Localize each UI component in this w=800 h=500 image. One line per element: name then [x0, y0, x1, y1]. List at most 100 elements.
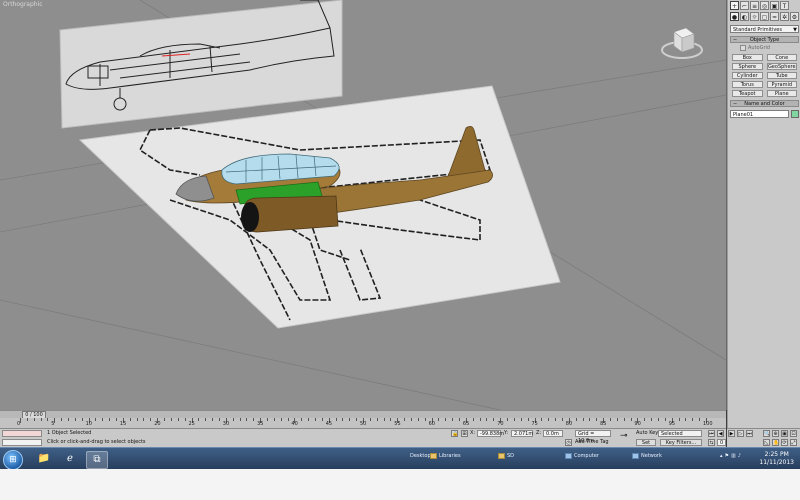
- plane-button[interactable]: Plane: [766, 90, 797, 97]
- modify-tab[interactable]: ⌐: [740, 1, 749, 10]
- key-mode-toggle-icon[interactable]: ⇆: [708, 439, 715, 446]
- maxscript-input-mini[interactable]: [2, 439, 42, 446]
- geometry-subtab[interactable]: ●: [730, 12, 739, 21]
- explorer-icon[interactable]: 📁: [34, 451, 54, 467]
- taskbar-network-link[interactable]: Network: [632, 452, 662, 460]
- previous-frame-icon[interactable]: ◀: [717, 430, 724, 437]
- zoom-icon[interactable]: 🔍: [763, 430, 770, 437]
- timeline-tick: [232, 418, 234, 421]
- timeline-tick-label: 40: [291, 421, 298, 427]
- zoom-extents-icon[interactable]: ▣: [781, 430, 788, 437]
- create-tab[interactable]: +: [730, 1, 739, 10]
- show-hidden-icons-icon[interactable]: ▴: [720, 452, 723, 460]
- timeline-tick: [61, 418, 63, 421]
- zoom-all-icon[interactable]: ⊕: [772, 430, 779, 437]
- go-to-start-icon[interactable]: ⏮: [708, 430, 715, 437]
- add-time-tag-button[interactable]: Add Time Tag: [575, 439, 609, 446]
- key-icon[interactable]: ⊸: [620, 432, 628, 441]
- network-label: Network: [641, 453, 662, 459]
- grid-size-field: Grid = 10.0m: [575, 430, 611, 444]
- lock-icon[interactable]: 🔒: [451, 430, 458, 437]
- cameras-subtab[interactable]: ▢: [760, 12, 769, 21]
- box-button[interactable]: Box: [732, 54, 763, 61]
- next-frame-icon[interactable]: ▷: [737, 430, 744, 437]
- taskbar-desktop-link[interactable]: Desktop: [410, 452, 431, 460]
- taskbar-sd-link[interactable]: SD: [498, 452, 514, 460]
- torus-button[interactable]: Torus: [732, 81, 763, 88]
- field-of-view-icon[interactable]: ◺: [763, 439, 770, 446]
- y-coordinate-field[interactable]: 2.071m: [511, 430, 533, 437]
- utilities-tab[interactable]: T: [780, 1, 789, 10]
- autogrid-checkbox[interactable]: AutoGrid: [740, 45, 800, 51]
- geosphere-button[interactable]: GeoSphere: [766, 63, 797, 70]
- x-coordinate-field[interactable]: -99.838m: [477, 430, 504, 437]
- absolute-mode-icon[interactable]: ⊞: [461, 430, 468, 437]
- internet-explorer-icon[interactable]: ℯ: [60, 451, 80, 467]
- flag-icon[interactable]: ⚑: [725, 452, 729, 460]
- lights-subtab[interactable]: ☼: [750, 12, 759, 21]
- teapot-button[interactable]: Teapot: [732, 90, 763, 97]
- tube-button[interactable]: Tube: [766, 72, 797, 79]
- 3dsmax-icon[interactable]: ⧉: [86, 451, 108, 469]
- display-tab[interactable]: ▣: [770, 1, 779, 10]
- key-filters-button[interactable]: Key Filters...: [660, 439, 702, 446]
- viewport[interactable]: Orthographic: [0, 0, 727, 410]
- timeline-tick: [321, 418, 323, 421]
- network-status-icon[interactable]: ▥: [731, 452, 736, 460]
- helpers-subtab[interactable]: ≈: [770, 12, 779, 21]
- set-key-button[interactable]: Set Key: [636, 439, 656, 453]
- spacewarps-subtab[interactable]: ✲: [780, 12, 789, 21]
- pyramid-button[interactable]: Pyramid: [766, 81, 797, 88]
- systems-subtab[interactable]: ⚙: [790, 12, 799, 21]
- navigation-controls: ▶ ▷ ⏭ 🔍 ⊕ ▣ ⊡ ◺ ✋ ⟳ ⤢: [727, 428, 800, 448]
- timeline-tick: [102, 418, 104, 421]
- prompt-line: Click or click-and-drag to select object…: [47, 439, 146, 445]
- timeline-tick: [33, 418, 35, 421]
- timeline-tick-label: 65: [462, 421, 470, 427]
- shapes-subtab[interactable]: ◐: [740, 12, 749, 21]
- pan-icon[interactable]: ✋: [772, 439, 779, 446]
- viewport-label[interactable]: Orthographic: [3, 1, 43, 8]
- object-name-field[interactable]: Plane01: [730, 110, 789, 118]
- side-view-reference-plane[interactable]: [59, 0, 343, 129]
- timeline-tick: [129, 418, 131, 421]
- name-and-color-rollout[interactable]: − Name and Color: [730, 100, 799, 107]
- taskbar-libraries-link[interactable]: Libraries: [430, 452, 461, 460]
- timeline-tick: [314, 418, 316, 421]
- timeline-tick: [116, 418, 118, 421]
- motion-tab[interactable]: ◎: [760, 1, 769, 10]
- object-type-rollout[interactable]: − Object Type: [730, 36, 799, 43]
- cone-button[interactable]: Cone: [766, 54, 797, 61]
- minus-icon: −: [733, 101, 738, 107]
- time-tag-icon[interactable]: ◷: [565, 439, 572, 446]
- minus-icon: −: [733, 37, 738, 43]
- viewcube-icon[interactable]: [660, 22, 704, 62]
- object-color-swatch[interactable]: [791, 110, 799, 118]
- timeline-tick: [651, 418, 653, 421]
- maxscript-listener-mini[interactable]: [2, 430, 42, 437]
- track-bar[interactable]: 0 5 10 15 20 25 30 35 40 45 50 55 60 65 70 75 80 85 90 95 10…: [0, 418, 726, 428]
- timeline-tick: [205, 418, 207, 421]
- taskbar-computer-link[interactable]: Computer: [565, 452, 599, 460]
- cylinder-button[interactable]: Cylinder: [732, 72, 763, 79]
- timeline-tick-label: 90: [634, 421, 641, 427]
- play-icon[interactable]: ▶: [728, 430, 735, 437]
- chevron-down-icon: ▼: [793, 27, 797, 33]
- key-mode-dropdown[interactable]: Selected: [658, 430, 702, 437]
- timeline-tick: [280, 418, 282, 421]
- computer-label: Computer: [574, 453, 599, 459]
- system-clock[interactable]: 2:25 PM 11/11/2013: [759, 451, 794, 467]
- zoom-extents-all-icon[interactable]: ⊡: [790, 430, 797, 437]
- go-to-end-icon[interactable]: ⏭: [746, 430, 753, 437]
- orbit-icon[interactable]: ⟳: [781, 439, 788, 446]
- primitive-category-dropdown[interactable]: Standard Primitives ▼: [730, 25, 799, 33]
- maximize-viewport-icon[interactable]: ⤢: [790, 439, 797, 446]
- sphere-button[interactable]: Sphere: [732, 63, 763, 70]
- volume-icon[interactable]: ♪: [738, 452, 741, 460]
- current-frame-field[interactable]: 0: [717, 439, 726, 446]
- z-coordinate-field[interactable]: 0.0m: [543, 430, 563, 437]
- hierarchy-tab[interactable]: ≡: [750, 1, 759, 10]
- scene-canvas[interactable]: [0, 0, 726, 410]
- start-button[interactable]: ⊞: [3, 450, 23, 470]
- desktop-background: [0, 469, 800, 500]
